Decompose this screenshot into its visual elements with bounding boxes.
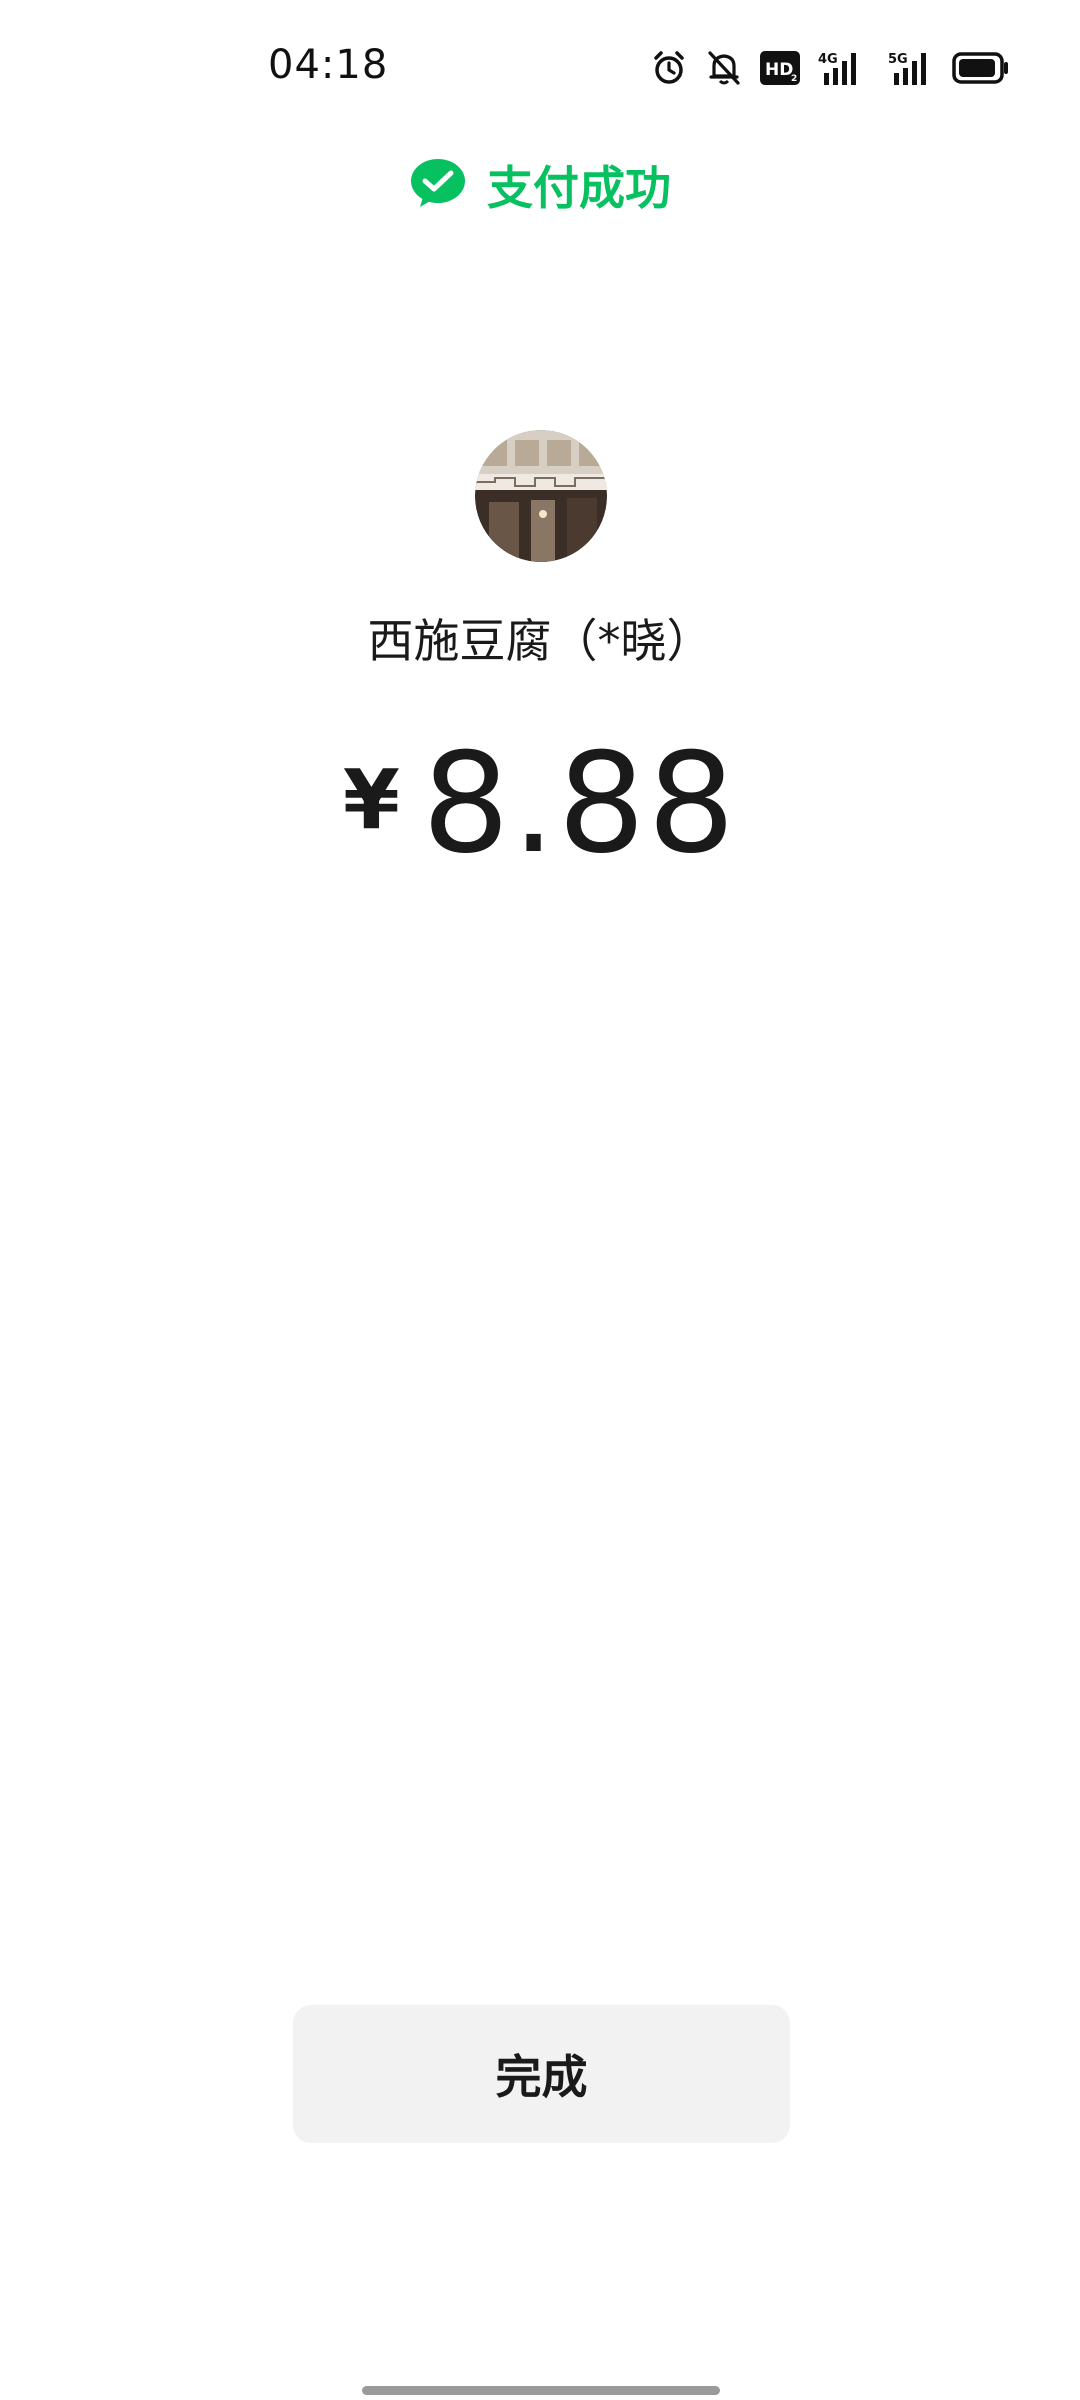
signal-5g-icon: 5G — [882, 49, 934, 87]
payment-success-screen: 04:18 HD 2 4G 5G 支付成功 西施豆腐（*晓） ¥ 8.88 完成 — [0, 0, 1080, 2400]
net1-text: 4G — [818, 52, 838, 67]
status-time: 04:18 — [268, 42, 389, 88]
svg-text:2: 2 — [791, 74, 797, 84]
currency-symbol: ¥ — [342, 753, 400, 848]
bell-off-icon — [706, 49, 742, 87]
battery-icon — [952, 52, 1010, 84]
merchant-avatar — [475, 430, 607, 562]
header-title: 支付成功 — [487, 161, 671, 215]
merchant-name: 西施豆腐（*晓） — [367, 614, 713, 668]
home-indicator[interactable] — [362, 2386, 720, 2395]
amount-value: 8.88 — [421, 723, 738, 884]
payment-success-header: 支付成功 — [0, 150, 1080, 220]
done-button-label: 完成 — [495, 2050, 588, 2104]
net2-text: 5G — [888, 52, 908, 67]
alarm-icon — [650, 49, 688, 87]
hd-icon: HD 2 — [760, 51, 800, 85]
status-icons: HD 2 4G 5G — [650, 46, 1010, 90]
status-bar: 04:18 HD 2 4G 5G — [0, 0, 1080, 135]
wechat-pay-check-icon — [409, 157, 467, 213]
done-button[interactable]: 完成 — [293, 2005, 790, 2143]
payment-amount: ¥ 8.88 — [0, 735, 1080, 873]
hd-text: HD — [765, 60, 793, 80]
signal-4g-icon: 4G — [818, 49, 864, 87]
